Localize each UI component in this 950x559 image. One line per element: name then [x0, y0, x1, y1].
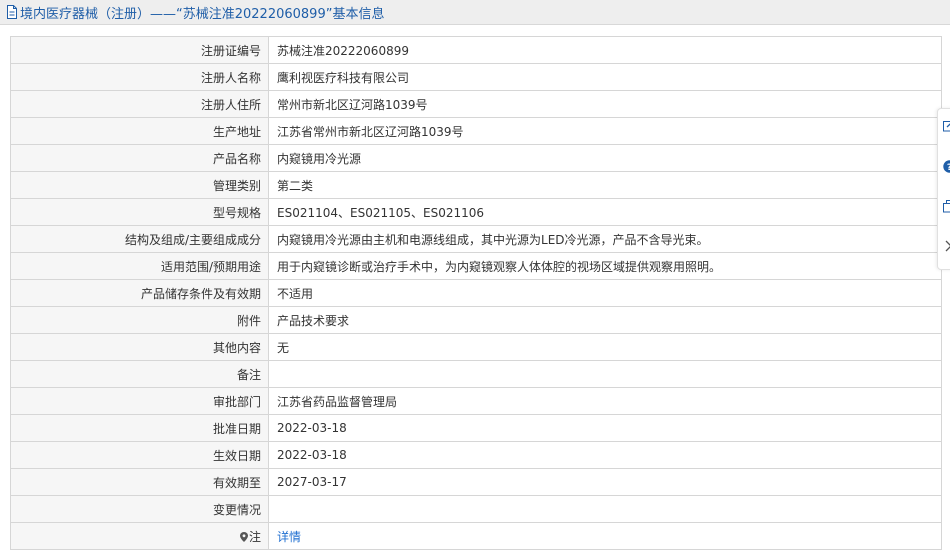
help-icon[interactable]: ?: [942, 159, 950, 173]
row-label: 注册证编号: [10, 36, 269, 64]
table-row: 注 详情: [10, 522, 942, 550]
detail-table: 注册证编号 苏械注准20222060899 注册人名称 鹰利视医疗科技有限公司 …: [10, 36, 942, 550]
table-row: 备注: [10, 360, 942, 388]
row-value: 常州市新北区辽河路1039号: [268, 90, 942, 118]
table-row: 有效期至 2027-03-17: [10, 468, 942, 496]
page-header: 境内医疗器械（注册）——“苏械注准20222060899”基本信息: [0, 0, 950, 25]
row-value: 产品技术要求: [268, 306, 942, 334]
location-pin-icon: [239, 531, 248, 542]
edit-icon[interactable]: [942, 119, 950, 133]
row-label: 生效日期: [10, 441, 269, 469]
side-toolbar: ?: [937, 108, 950, 270]
table-row: 管理类别 第二类: [10, 171, 942, 199]
table-row: 批准日期 2022-03-18: [10, 414, 942, 442]
row-label: 审批部门: [10, 387, 269, 415]
table-row: 审批部门 江苏省药品监督管理局: [10, 387, 942, 415]
document-icon: [6, 5, 18, 19]
table-row: 注册证编号 苏械注准20222060899: [10, 36, 942, 64]
note-label: 注: [248, 529, 261, 544]
row-value: 内窥镜用冷光源由主机和电源线组成，其中光源为LED冷光源，产品不含导光束。: [268, 225, 942, 253]
table-row: 型号规格 ES021104、ES021105、ES021106: [10, 198, 942, 226]
row-value: [268, 360, 942, 388]
row-value: 江苏省药品监督管理局: [268, 387, 942, 415]
row-value: 鹰利视医疗科技有限公司: [268, 63, 942, 91]
row-label: 注册人名称: [10, 63, 269, 91]
row-value: ES021104、ES021105、ES021106: [268, 198, 942, 226]
row-value: 用于内窥镜诊断或治疗手术中，为内窥镜观察人体体腔的视场区域提供观察用照明。: [268, 252, 942, 280]
row-label: 管理类别: [10, 171, 269, 199]
row-value: 无: [268, 333, 942, 361]
row-label: 生产地址: [10, 117, 269, 145]
page-title: 境内医疗器械（注册）——“苏械注准20222060899”基本信息: [20, 6, 385, 22]
row-label: 变更情况: [10, 495, 269, 523]
row-value: 第二类: [268, 171, 942, 199]
chevron-right-icon[interactable]: [942, 239, 950, 253]
svg-text:?: ?: [946, 163, 950, 173]
row-label: 附件: [10, 306, 269, 334]
row-label: 产品名称: [10, 144, 269, 172]
row-label: 型号规格: [10, 198, 269, 226]
row-label: 结构及组成/主要组成成分: [10, 225, 269, 253]
row-label: 适用范围/预期用途: [10, 252, 269, 280]
table-row: 附件 产品技术要求: [10, 306, 942, 334]
row-value: 江苏省常州市新北区辽河路1039号: [268, 117, 942, 145]
row-label: 备注: [10, 360, 269, 388]
table-row: 产品储存条件及有效期 不适用: [10, 279, 942, 307]
table-row: 生产地址 江苏省常州市新北区辽河路1039号: [10, 117, 942, 145]
table-row: 其他内容 无: [10, 333, 942, 361]
table-row: 生效日期 2022-03-18: [10, 441, 942, 469]
table-row: 产品名称 内窥镜用冷光源: [10, 144, 942, 172]
copy-icon[interactable]: [942, 199, 950, 213]
row-value: 2022-03-18: [268, 414, 942, 442]
table-row: 适用范围/预期用途 用于内窥镜诊断或治疗手术中，为内窥镜观察人体体腔的视场区域提…: [10, 252, 942, 280]
details-link[interactable]: 详情: [277, 530, 301, 544]
row-value: 2027-03-17: [268, 468, 942, 496]
row-label: 有效期至: [10, 468, 269, 496]
row-label: 批准日期: [10, 414, 269, 442]
row-value: 2022-03-18: [268, 441, 942, 469]
row-label: 注册人住所: [10, 90, 269, 118]
note-label-cell: 注: [10, 522, 269, 550]
row-value: 不适用: [268, 279, 942, 307]
row-label: 其他内容: [10, 333, 269, 361]
table-row: 变更情况: [10, 495, 942, 523]
table-row: 注册人住所 常州市新北区辽河路1039号: [10, 90, 942, 118]
row-value: 苏械注准20222060899: [268, 36, 942, 64]
row-value: [268, 495, 942, 523]
table-row: 注册人名称 鹰利视医疗科技有限公司: [10, 63, 942, 91]
note-value-cell: 详情: [268, 522, 942, 550]
row-value: 内窥镜用冷光源: [268, 144, 942, 172]
row-label: 产品储存条件及有效期: [10, 279, 269, 307]
table-row: 结构及组成/主要组成成分 内窥镜用冷光源由主机和电源线组成，其中光源为LED冷光…: [10, 225, 942, 253]
